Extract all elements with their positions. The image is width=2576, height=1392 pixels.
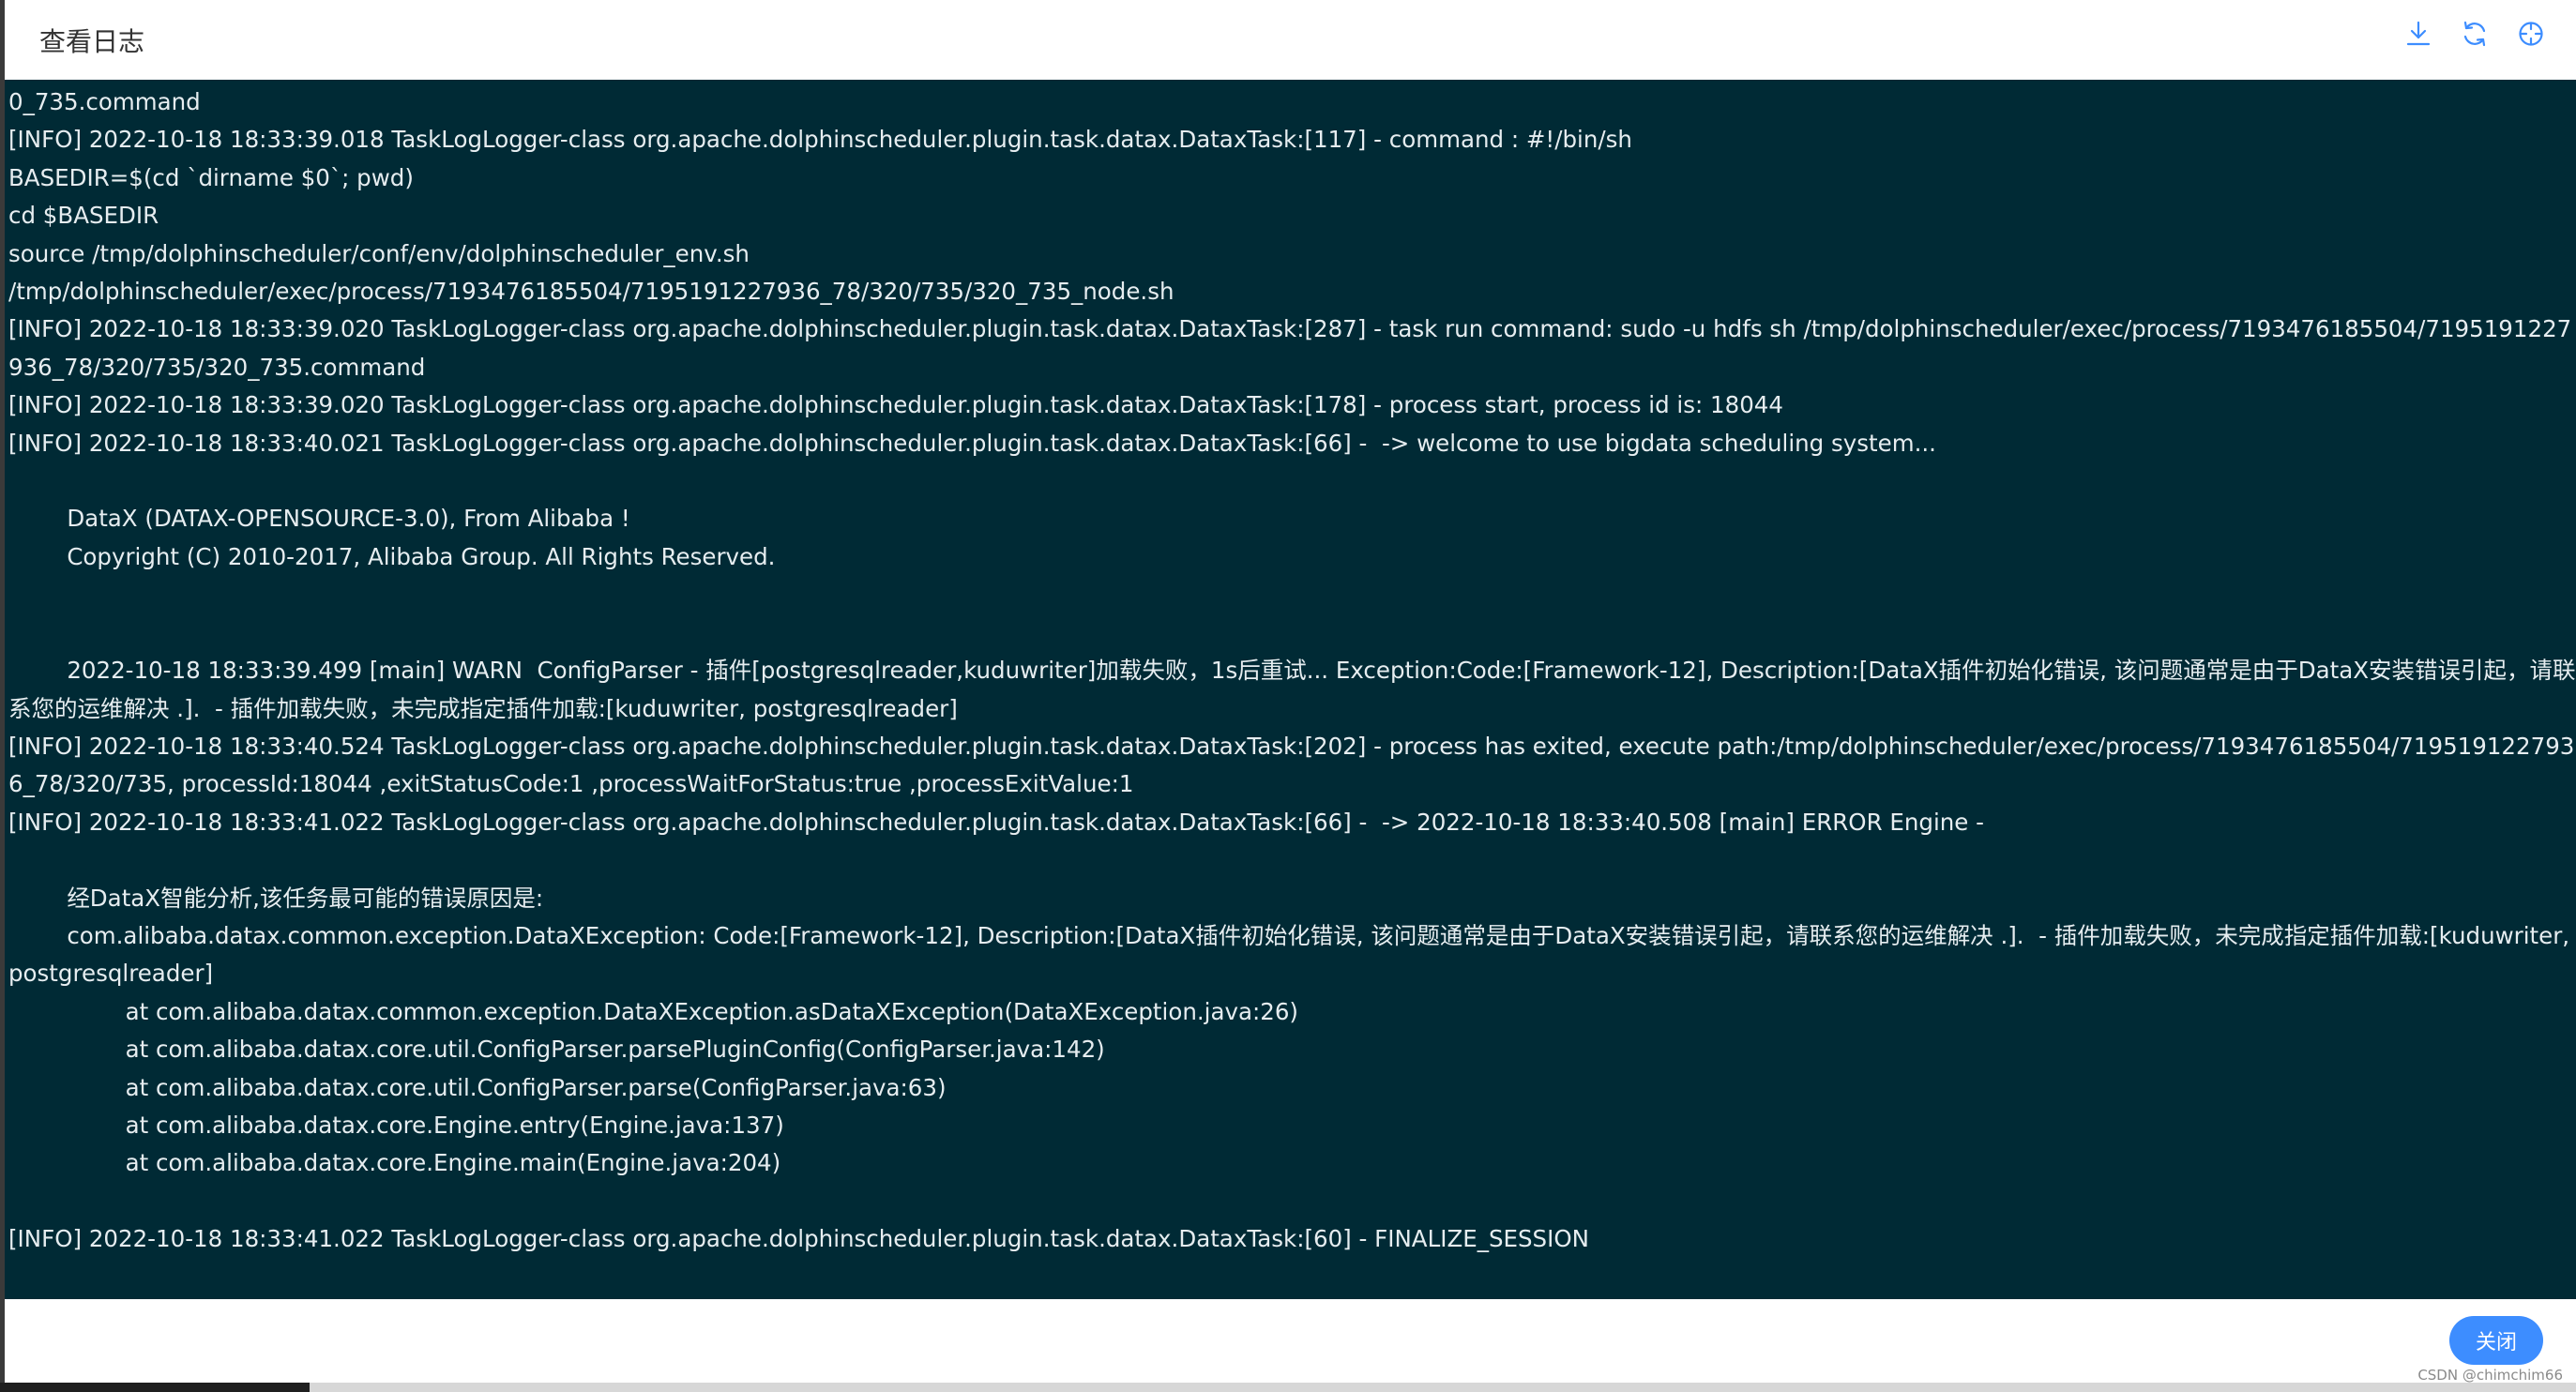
log-line: cd $BASEDIR [8, 202, 159, 230]
log-line: [INFO] 2022-10-18 18:33:40.021 TaskLogLo… [8, 429, 1936, 457]
log-line: 0_735.command [8, 88, 201, 115]
download-icon[interactable] [2402, 17, 2435, 51]
log-line: com.alibaba.datax.common.exception.DataX… [8, 921, 2570, 988]
log-line: at com.alibaba.datax.common.exception.Da… [8, 997, 1298, 1025]
log-line: BASEDIR=$(cd `dirname $0`; pwd) [8, 163, 414, 191]
log-line: [INFO] 2022-10-18 18:33:40.524 TaskLogLo… [8, 732, 2575, 798]
log-line: 2022-10-18 18:33:39.499 [main] WARN Conf… [8, 657, 2576, 722]
log-line: [INFO] 2022-10-18 18:33:39.020 TaskLogLo… [8, 391, 1783, 419]
log-line: [INFO] 2022-10-18 18:33:39.018 TaskLogLo… [8, 126, 1632, 154]
log-line: at com.alibaba.datax.core.util.ConfigPar… [8, 1073, 947, 1101]
log-line: at com.alibaba.datax.core.util.ConfigPar… [8, 1036, 1105, 1064]
log-line: source /tmp/dolphinscheduler/conf/env/do… [8, 239, 750, 267]
log-line: 经DataX智能分析,该任务最可能的错误原因是: [8, 884, 544, 912]
log-line: at com.alibaba.datax.core.Engine.entry(E… [8, 1111, 784, 1139]
dialog-header: 查看日志 [5, 0, 2576, 80]
log-line: /tmp/dolphinscheduler/exec/process/71934… [8, 278, 1174, 306]
log-line: [INFO] 2022-10-18 18:33:41.022 TaskLogLo… [8, 808, 1984, 836]
refresh-icon[interactable] [2458, 17, 2492, 51]
dialog-footer: 关闭 CSDN @chimchim66 [5, 1299, 2576, 1384]
dialog-title: 查看日志 [39, 26, 145, 57]
fullscreen-icon[interactable] [2514, 17, 2548, 51]
log-viewer[interactable]: 0_735.command [INFO] 2022-10-18 18:33:39… [5, 80, 2576, 1299]
horizontal-scrollbar-thumb[interactable] [0, 1383, 310, 1392]
close-button[interactable]: 关闭 [2449, 1316, 2543, 1365]
log-line: [INFO] 2022-10-18 18:33:39.020 TaskLogLo… [8, 315, 2572, 381]
horizontal-scrollbar-track[interactable] [0, 1383, 2576, 1392]
header-toolbar [2402, 17, 2548, 51]
log-line: at com.alibaba.datax.core.Engine.main(En… [8, 1149, 781, 1177]
log-content: 0_735.command [INFO] 2022-10-18 18:33:39… [5, 80, 2576, 1259]
log-line: Copyright (C) 2010-2017, Alibaba Group. … [8, 542, 776, 570]
log-line: DataX (DATAX-OPENSOURCE-3.0), From Aliba… [8, 505, 630, 533]
log-line: [INFO] 2022-10-18 18:33:41.022 TaskLogLo… [8, 1225, 1589, 1253]
watermark: CSDN @chimchim66 [2417, 1367, 2563, 1384]
